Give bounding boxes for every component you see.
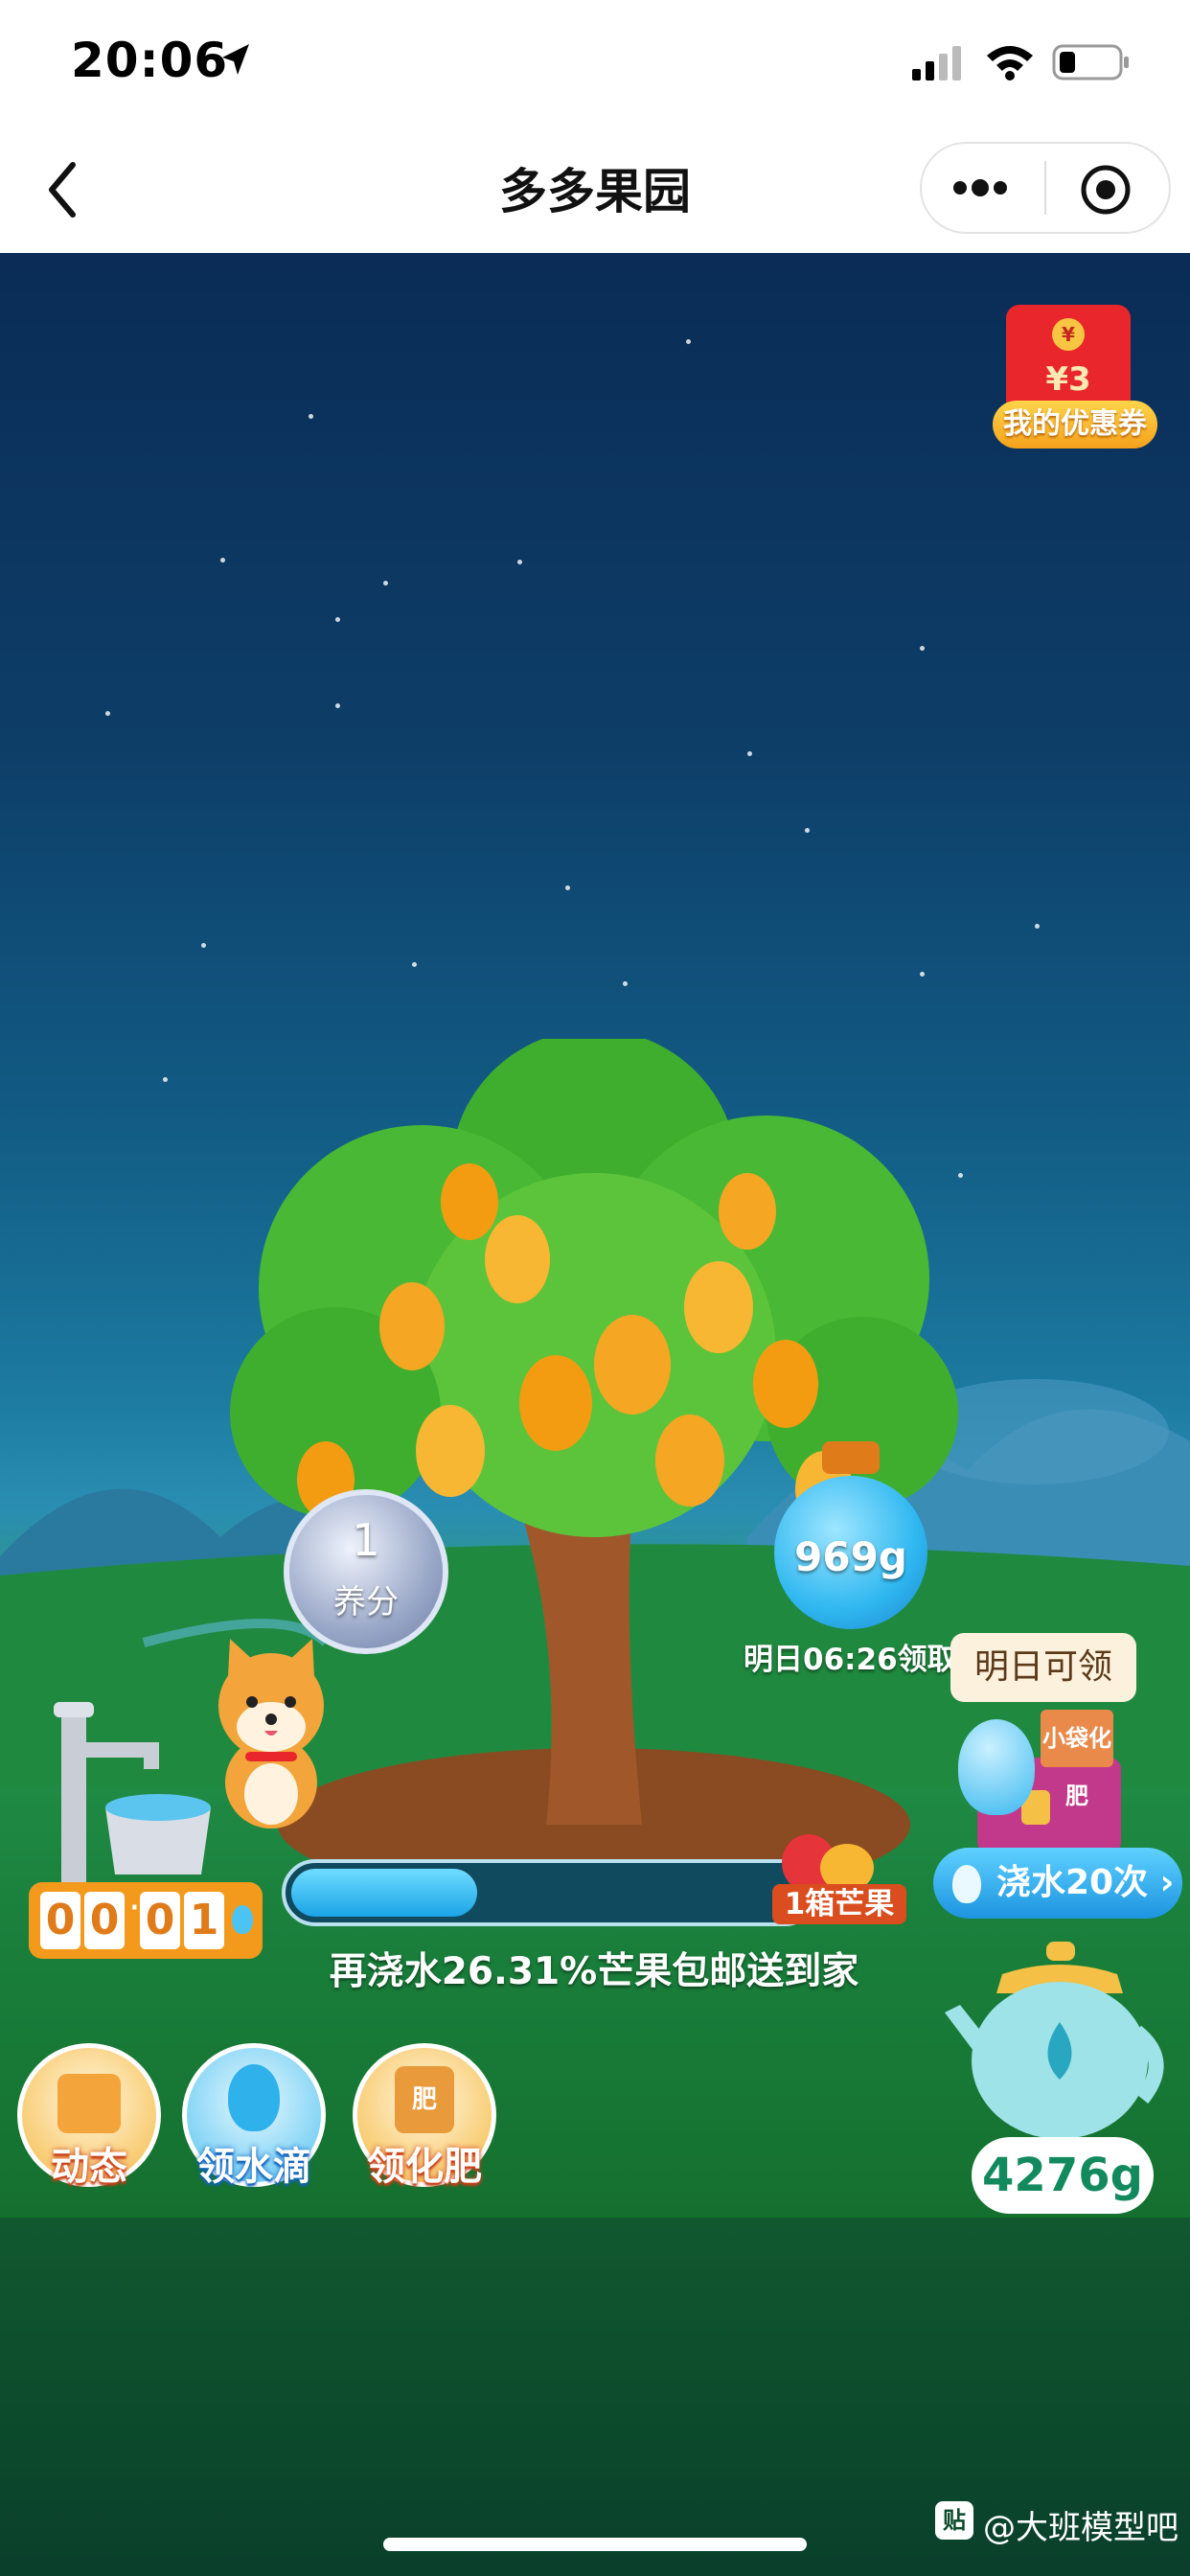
mango-box-label: 1箱芒果 <box>772 1884 906 1924</box>
fertilizer-bag-icon: 肥 <box>395 2066 454 2133</box>
coupon-label: 我的优惠券 <box>993 401 1157 448</box>
faucet-bucket[interactable] <box>48 1702 240 1894</box>
tieba-logo-icon: 贴 <box>935 2501 973 2540</box>
more-icon[interactable] <box>950 174 1010 201</box>
coupon-button[interactable]: ¥ ¥3 我的优惠券 <box>993 305 1161 448</box>
fertilizer-chest[interactable]: 小袋化肥 <box>958 1710 1121 1853</box>
water-drop-icon <box>232 1905 253 1934</box>
collect-water-label: 领水滴 <box>196 2145 311 2189</box>
location-arrow-icon <box>222 44 249 75</box>
battery-icon <box>1052 44 1129 80</box>
collect-fertilizer-label: 领化肥 <box>367 2145 482 2189</box>
home-indicator <box>383 2538 807 2551</box>
timer-digit: 1 <box>184 1892 224 1949</box>
water-timer: 0 0 · 0 1 <box>29 1882 263 1959</box>
water-drop-icon <box>958 1719 1035 1815</box>
collect-water-button[interactable]: 领水滴 <box>182 2043 332 2193</box>
water-drop-icon <box>228 2064 280 2131</box>
bottle-cork-icon <box>822 1441 880 1474</box>
nutrient-value: 1 <box>352 1514 380 1566</box>
water-20-times-label: 浇水20次 <box>996 1863 1149 1902</box>
chevron-right-icon: › <box>1159 1863 1175 1902</box>
mango-box-goal[interactable]: 1箱芒果 <box>772 1834 906 1924</box>
mini-program-capsule <box>920 142 1171 234</box>
fertilizer-bag-label: 小袋化肥 <box>1041 1710 1113 1809</box>
bottle-claim-time: 明日06:26领取 <box>744 1643 957 1677</box>
orchard-scene: ¥ ¥3 我的优惠券 1 养分 969g 明日06:26领取 明日可领 小袋化肥 <box>0 253 1190 2218</box>
collect-fertilizer-button[interactable]: 肥 领化肥 <box>353 2043 502 2193</box>
watermark-text: @大班模型吧 <box>983 2509 1179 2547</box>
close-target-icon[interactable] <box>1079 163 1133 217</box>
timer-digit: 0 <box>84 1892 125 1949</box>
status-time: 20:06 <box>71 33 229 88</box>
wifi-icon <box>987 46 1033 80</box>
timer-colon: · <box>128 1886 141 1930</box>
capsule-divider <box>1044 161 1046 215</box>
timer-digit: 0 <box>40 1892 80 1949</box>
water-20-times-button[interactable]: 浇水20次 › <box>933 1848 1182 1919</box>
progress-text: 再浇水26.31%芒果包邮送到家 <box>329 1950 859 1993</box>
tomorrow-claim-badge: 明日可领 <box>950 1633 1136 1702</box>
progress-fill <box>291 1869 477 1917</box>
coupon-amount: ¥3 <box>1045 360 1091 399</box>
nutrient-unit: 养分 <box>333 1583 399 1622</box>
mango-progress-bar <box>282 1859 818 1926</box>
yuan-coin-icon: ¥ <box>1052 318 1085 351</box>
news-feed-label: 动态 <box>51 2145 127 2189</box>
nutrient-bubble[interactable]: 1 养分 <box>284 1489 448 1654</box>
water-drop-icon <box>952 1865 981 1903</box>
document-list-icon <box>57 2074 121 2133</box>
water-bottle[interactable]: 969g <box>774 1441 927 1633</box>
kettle-icon <box>945 1942 1164 2139</box>
kettle-weight: 4276g <box>972 2137 1154 2214</box>
timer-digit: 0 <box>140 1892 180 1949</box>
watering-kettle[interactable]: 4276g <box>945 1936 1175 2218</box>
signal-icon <box>912 46 961 80</box>
news-feed-button[interactable]: 动态 <box>17 2043 167 2193</box>
bottle-weight: 969g <box>794 1533 907 1580</box>
